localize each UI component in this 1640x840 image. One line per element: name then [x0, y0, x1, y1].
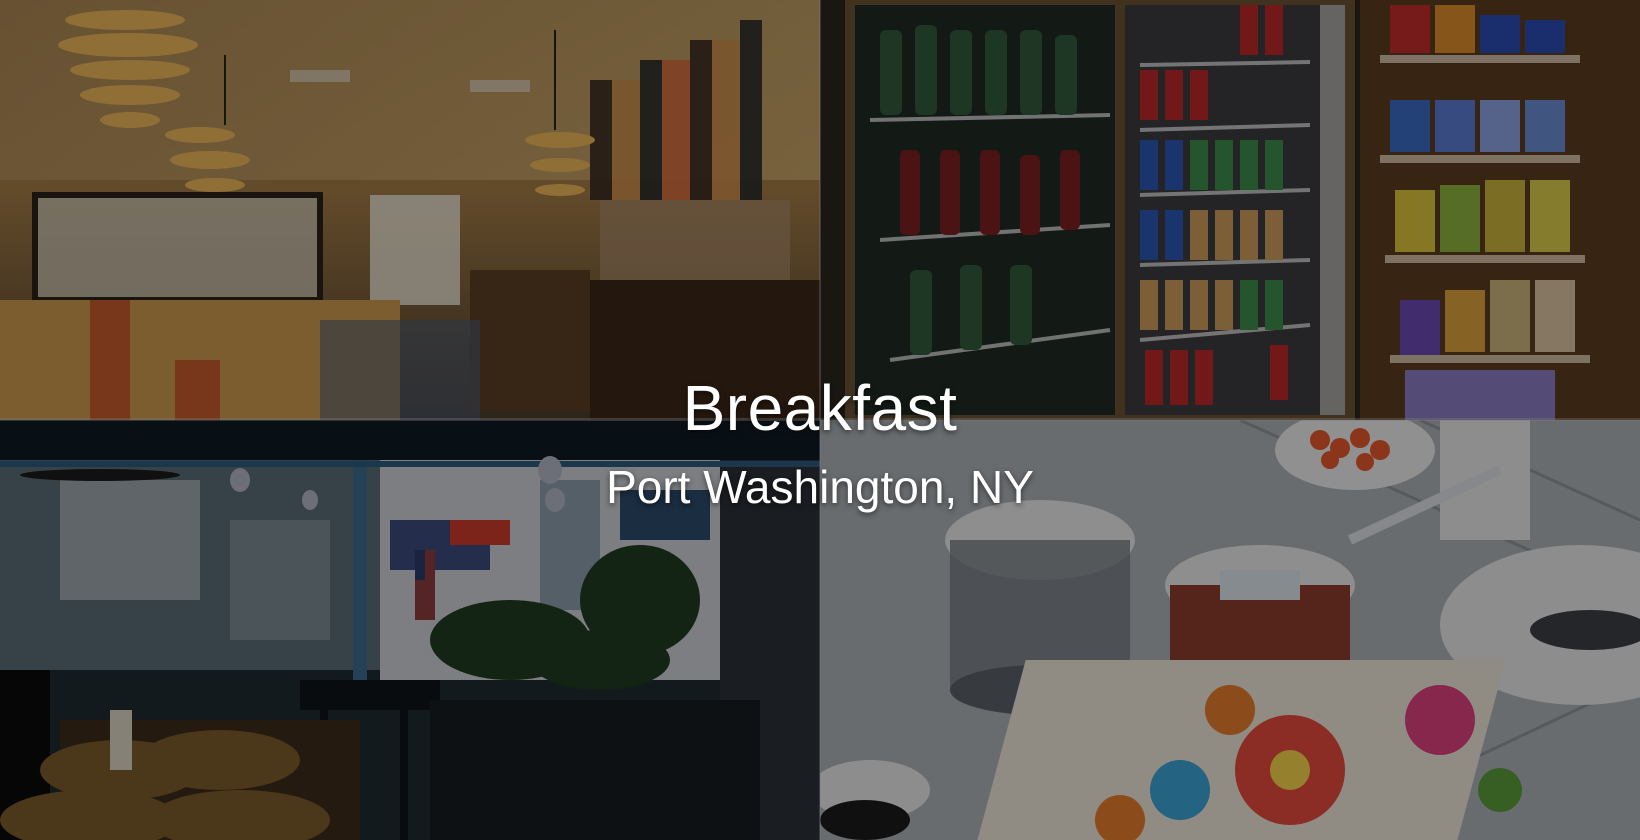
hero-title: Breakfast: [682, 372, 958, 444]
hero-banner: Breakfast Port Washington, NY: [0, 0, 1640, 840]
hero-caption: Breakfast Port Washington, NY: [0, 370, 1640, 514]
hero-location: Port Washington, NY: [606, 461, 1034, 513]
